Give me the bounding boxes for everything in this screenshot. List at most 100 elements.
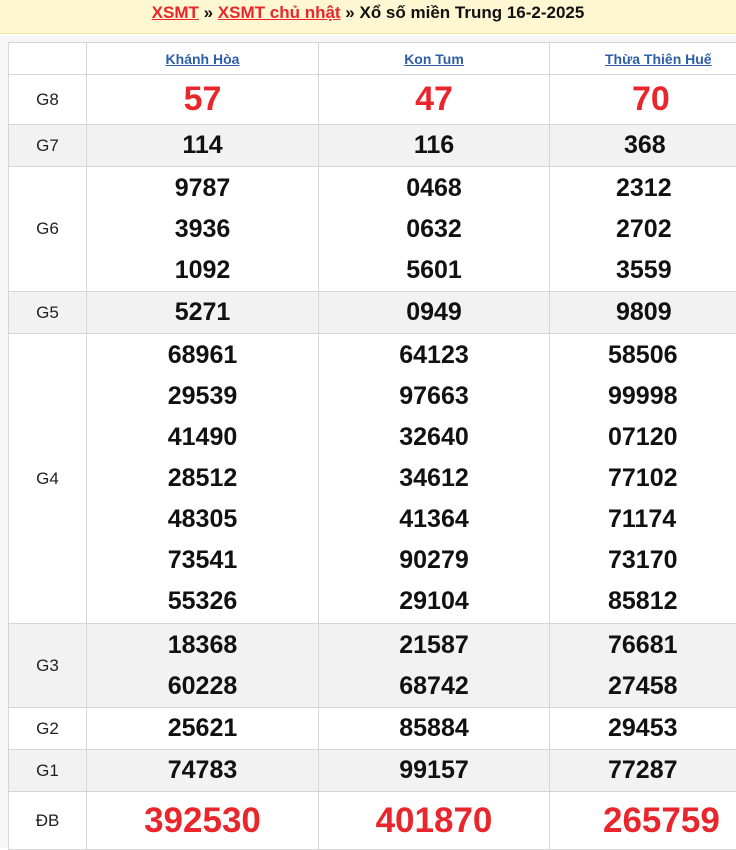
- breadcrumb-separator: »: [199, 3, 218, 22]
- prize-label: G6: [9, 167, 87, 292]
- result-cell: 70: [550, 75, 736, 125]
- result-number: 3559: [616, 250, 672, 291]
- result-number: 29453: [608, 708, 678, 749]
- result-number: 392530: [144, 794, 261, 848]
- prize-row-g8: G8 57 47 70: [9, 75, 736, 125]
- result-number: 97663: [399, 376, 469, 417]
- result-cell: 114: [87, 125, 319, 167]
- result-cell: 25621: [87, 708, 319, 750]
- page-title: Xổ số miền Trung 16-2-2025: [359, 3, 584, 22]
- result-cell: 85884: [319, 708, 550, 750]
- province-header: Kon Tum: [319, 43, 550, 75]
- result-number: 77287: [608, 750, 678, 791]
- result-number: 99998: [608, 376, 678, 417]
- result-number: 0949: [406, 292, 462, 333]
- result-number: 90279: [399, 540, 469, 581]
- result-cell: 99157: [319, 750, 550, 792]
- prize-label: ĐB: [9, 792, 87, 850]
- result-number: 18368: [168, 625, 238, 666]
- result-cell: 978739361092: [87, 167, 319, 292]
- result-number: 41490: [168, 417, 238, 458]
- result-number: 116: [414, 125, 454, 166]
- result-number: 41364: [399, 499, 469, 540]
- province-header: Thừa Thiên Huế: [550, 43, 736, 75]
- result-cell: 9809: [550, 292, 736, 334]
- result-number: 99157: [399, 750, 469, 791]
- prize-row-g2: G2 25621 85884 29453: [9, 708, 736, 750]
- prize-label: G1: [9, 750, 87, 792]
- result-number: 368: [624, 125, 666, 166]
- result-cell: 74783: [87, 750, 319, 792]
- result-number: 1092: [175, 250, 231, 291]
- result-cell: 116: [319, 125, 550, 167]
- result-number: 9787: [175, 168, 231, 209]
- result-number: 74783: [168, 750, 238, 791]
- result-number: 265759: [603, 794, 720, 848]
- prize-label: G7: [9, 125, 87, 167]
- result-number: 73541: [168, 540, 238, 581]
- result-number: 29539: [168, 376, 238, 417]
- result-cell: 5271: [87, 292, 319, 334]
- result-number: 60228: [168, 666, 238, 707]
- result-number: 48305: [168, 499, 238, 540]
- result-number: 70: [632, 75, 670, 124]
- result-number: 85884: [399, 708, 469, 749]
- result-number: 0632: [406, 209, 462, 250]
- result-cell: 392530: [87, 792, 319, 850]
- breadcrumb-link-xsmt[interactable]: XSMT: [152, 3, 199, 22]
- prize-label: G5: [9, 292, 87, 334]
- province-header: Khánh Hòa: [87, 43, 319, 75]
- prize-row-g7: G7 114 116 368: [9, 125, 736, 167]
- header-corner: [9, 43, 87, 75]
- result-number: 71174: [608, 499, 676, 540]
- result-number: 58506: [608, 335, 678, 376]
- province-link-thua-thien-hue[interactable]: Thừa Thiên Huế: [605, 51, 712, 67]
- result-cell: 77287: [550, 750, 736, 792]
- result-number: 73170: [608, 540, 678, 581]
- result-number: 5601: [406, 250, 462, 291]
- result-cell: 47: [319, 75, 550, 125]
- result-number: 32640: [399, 417, 469, 458]
- prize-label: G2: [9, 708, 87, 750]
- results-body: G8574770G7114116368G69787393610920468063…: [9, 75, 736, 850]
- result-cell: 29453: [550, 708, 736, 750]
- result-cell: 1836860228: [87, 624, 319, 708]
- prize-row-g3: G3183686022821587687427668127458: [9, 624, 736, 708]
- result-number: 401870: [376, 794, 493, 848]
- prize-row-g1: G1 74783 99157 77287: [9, 750, 736, 792]
- result-number: 85812: [608, 581, 678, 622]
- result-number: 57: [184, 75, 222, 124]
- result-number: 3936: [175, 209, 231, 250]
- result-number: 27458: [608, 666, 678, 707]
- result-cell: 7668127458: [550, 624, 736, 708]
- result-cell: 57: [87, 75, 319, 125]
- result-cell: 401870: [319, 792, 550, 850]
- result-number: 21587: [399, 625, 469, 666]
- result-number: 114: [182, 125, 222, 166]
- result-number: 07120: [608, 417, 678, 458]
- result-number: 68742: [399, 666, 469, 707]
- result-number: 9809: [616, 292, 672, 333]
- breadcrumb: XSMT » XSMT chủ nhật » Xổ số miền Trung …: [0, 0, 736, 34]
- result-cell: 231227023559: [550, 167, 736, 292]
- result-number: 55326: [168, 581, 238, 622]
- result-number: 25621: [168, 708, 238, 749]
- prize-row-đb: ĐB 392530 401870 265759: [9, 792, 736, 850]
- breadcrumb-link-xsmt-sunday[interactable]: XSMT chủ nhật: [218, 3, 341, 22]
- result-number: 76681: [608, 625, 678, 666]
- prize-row-g5: G5 5271 0949 9809: [9, 292, 736, 334]
- prize-label: G3: [9, 624, 87, 708]
- result-number: 47: [415, 75, 453, 124]
- province-link-kon-tum[interactable]: Kon Tum: [404, 51, 464, 67]
- prize-label: G4: [9, 334, 87, 624]
- result-number: 64123: [399, 335, 469, 376]
- result-cell: 2158768742: [319, 624, 550, 708]
- prize-label: G8: [9, 75, 87, 125]
- result-number: 5271: [175, 292, 231, 333]
- prize-row-g4: G468961295394149028512483057354155326641…: [9, 334, 736, 624]
- results-table: Khánh Hòa Kon Tum Thừa Thiên Huế G8 57 47 7…: [8, 42, 736, 850]
- result-cell: 0949: [319, 292, 550, 334]
- province-link-khanh-hoa[interactable]: Khánh Hòa: [166, 51, 240, 67]
- results-container: Khánh Hòa Kon Tum Thừa Thiên Huế G8 57 47 7…: [0, 36, 736, 848]
- result-number: 28512: [168, 458, 238, 499]
